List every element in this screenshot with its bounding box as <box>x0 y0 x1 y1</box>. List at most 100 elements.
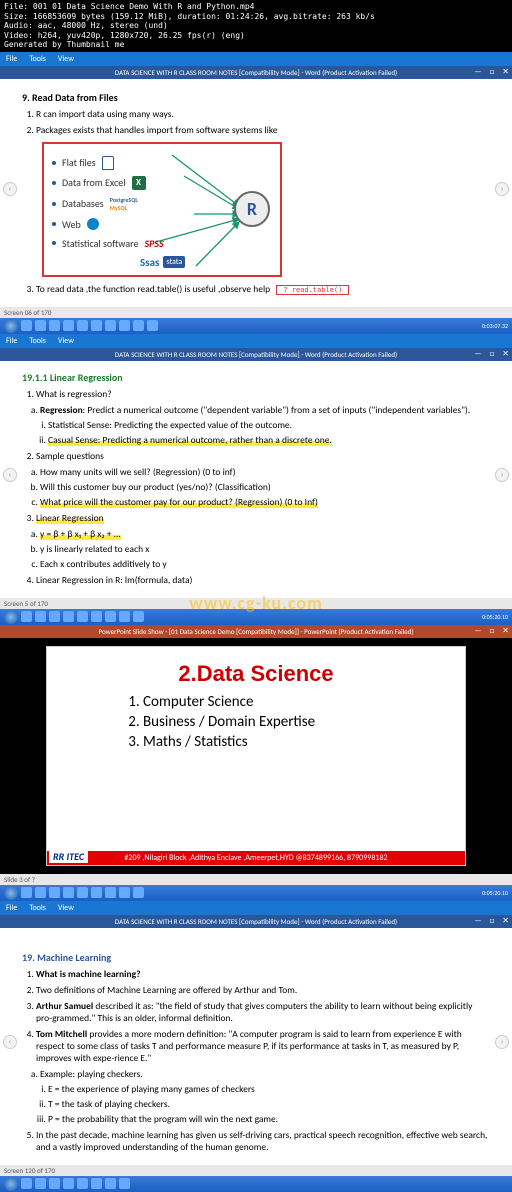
arthur-def: Arthur Samuel described it as: "the fiel… <box>36 1000 490 1024</box>
item-3: To read data ,the function read.table() … <box>36 283 490 295</box>
taskbar-icon[interactable] <box>77 611 88 622</box>
excel-icon: X <box>132 176 146 190</box>
sample-questions: Sample questions <box>36 450 490 462</box>
example-checkers: Example: playing checkers. <box>40 1068 490 1080</box>
prev-page-button[interactable]: ‹ <box>3 1035 17 1049</box>
stata-logo: stata <box>163 256 185 268</box>
source-flat: Flat files <box>62 156 96 169</box>
word-menubar-2: File Tools View <box>0 334 512 348</box>
meta-video: Video: h264, yuv420p, 1280x720, 26.25 fp… <box>4 31 508 41</box>
meta-size: Size: 166853609 bytes (159.12 MiB), dura… <box>4 12 508 22</box>
prev-page-button[interactable]: ‹ <box>3 468 17 482</box>
next-page-button[interactable]: › <box>495 468 509 482</box>
doc-page-1: ‹ › 9. Read Data from Files R can import… <box>0 79 512 307</box>
spss-logo: SPSS <box>144 237 163 250</box>
start-button-icon[interactable] <box>4 319 18 333</box>
window-controls: — □ ✕ <box>474 916 509 926</box>
next-page-button[interactable]: › <box>495 182 509 196</box>
menu-tools[interactable]: Tools <box>29 336 46 346</box>
start-button-icon[interactable] <box>4 1177 18 1191</box>
taskbar-icon[interactable] <box>77 887 88 898</box>
taskbar-icon[interactable] <box>133 611 144 622</box>
menu-view[interactable]: View <box>58 903 74 913</box>
word-title-text: DATA SCIENCE WITH R CLASS ROOM NOTES [Co… <box>115 68 397 77</box>
clock-time: 0:05:20.10 <box>482 613 508 621</box>
q-regression: What is regression? <box>36 388 490 400</box>
taskbar-icon[interactable] <box>49 320 60 331</box>
taskbar-icon[interactable] <box>21 320 32 331</box>
close-icon[interactable]: ✕ <box>502 67 509 77</box>
menu-file[interactable]: File <box>6 336 17 346</box>
taskbar-icon[interactable] <box>105 320 116 331</box>
window-controls: — □ ✕ <box>474 349 509 359</box>
menu-file[interactable]: File <box>6 903 17 913</box>
close-icon[interactable]: ✕ <box>502 349 509 359</box>
taskbar-icon[interactable] <box>21 887 32 898</box>
taskbar-icon[interactable] <box>63 1178 74 1189</box>
word-menubar: File Tools View <box>0 52 512 66</box>
def-T: T = the task of playing checkers. <box>48 1098 490 1110</box>
maximize-icon[interactable]: □ <box>489 67 494 77</box>
taskbar-icon[interactable] <box>119 320 130 331</box>
taskbar-icon[interactable] <box>91 611 102 622</box>
start-button-icon[interactable] <box>4 610 18 624</box>
start-button-icon[interactable] <box>4 886 18 900</box>
menu-tools[interactable]: Tools <box>29 903 46 913</box>
item-1: R can import data using many ways. <box>36 108 490 120</box>
menu-file[interactable]: File <box>6 54 17 64</box>
section-heading-9: 9. Read Data from Files <box>22 91 490 104</box>
taskbar-icon[interactable] <box>77 1178 88 1189</box>
maximize-icon[interactable]: □ <box>489 349 494 359</box>
taskbar-icon[interactable] <box>63 611 74 622</box>
taskbar-icon[interactable] <box>63 320 74 331</box>
minimize-icon[interactable]: — <box>474 67 481 77</box>
taskbar-icon[interactable] <box>91 1178 102 1189</box>
taskbar-icon[interactable] <box>147 320 158 331</box>
def-regression: Regression: Predict a numerical outcome … <box>40 404 490 416</box>
taskbar-icon[interactable] <box>49 611 60 622</box>
taskbar-icon[interactable] <box>91 887 102 898</box>
prev-page-button[interactable]: ‹ <box>3 182 17 196</box>
taskbar-icon[interactable] <box>49 1178 60 1189</box>
menu-tools[interactable]: Tools <box>29 54 46 64</box>
taskbar-icon[interactable] <box>35 887 46 898</box>
taskbar-icon[interactable] <box>105 611 116 622</box>
minimize-icon[interactable]: — <box>474 349 481 359</box>
screen-label-2: Screen 5 of 170 <box>0 598 512 609</box>
taskbar-icon[interactable] <box>105 887 116 898</box>
minimize-icon[interactable]: — <box>474 626 481 636</box>
taskbar-icon[interactable] <box>105 1178 116 1189</box>
close-icon[interactable]: ✕ <box>502 916 509 926</box>
taskbar-icon[interactable] <box>63 887 74 898</box>
taskbar-icon[interactable] <box>91 320 102 331</box>
taskbar-icon[interactable] <box>77 320 88 331</box>
sq-c: What price will the customer pay for our… <box>40 496 490 508</box>
taskbar-icon[interactable] <box>133 887 144 898</box>
taskbar-icon[interactable] <box>35 611 46 622</box>
taskbar-icon[interactable] <box>119 1178 130 1189</box>
taskbar-icon[interactable] <box>119 887 130 898</box>
word-titlebar-3: DATA SCIENCE WITH R CLASS ROOM NOTES [Co… <box>0 915 512 928</box>
taskbar-4 <box>0 1176 512 1192</box>
ppt-title-text: PowerPoint Slide Show - [01 Data Science… <box>99 627 414 636</box>
taskbar-icon[interactable] <box>119 611 130 622</box>
taskbar-icon[interactable] <box>21 1178 32 1189</box>
taskbar-icon[interactable] <box>49 887 60 898</box>
menu-view[interactable]: View <box>58 54 74 64</box>
taskbar-icon[interactable] <box>133 320 144 331</box>
postgres-label: PostgreSQL <box>110 196 138 204</box>
minimize-icon[interactable]: — <box>474 916 481 926</box>
menu-view[interactable]: View <box>58 336 74 346</box>
doc-page-3: ‹ › 19. Machine Learning What is machine… <box>0 928 512 1165</box>
maximize-icon[interactable]: □ <box>489 626 494 636</box>
taskbar-icon[interactable] <box>21 611 32 622</box>
tom-def: Tom Mitchell provides a more modern defi… <box>36 1028 490 1064</box>
taskbar-icon[interactable] <box>35 320 46 331</box>
word-menubar-3: File Tools View <box>0 901 512 915</box>
sas-logo: Ssas <box>140 256 159 269</box>
maximize-icon[interactable]: □ <box>489 916 494 926</box>
database-icons: PostgreSQL MySQL <box>110 196 138 212</box>
next-page-button[interactable]: › <box>495 1035 509 1049</box>
close-icon[interactable]: ✕ <box>502 626 509 636</box>
taskbar-icon[interactable] <box>35 1178 46 1189</box>
